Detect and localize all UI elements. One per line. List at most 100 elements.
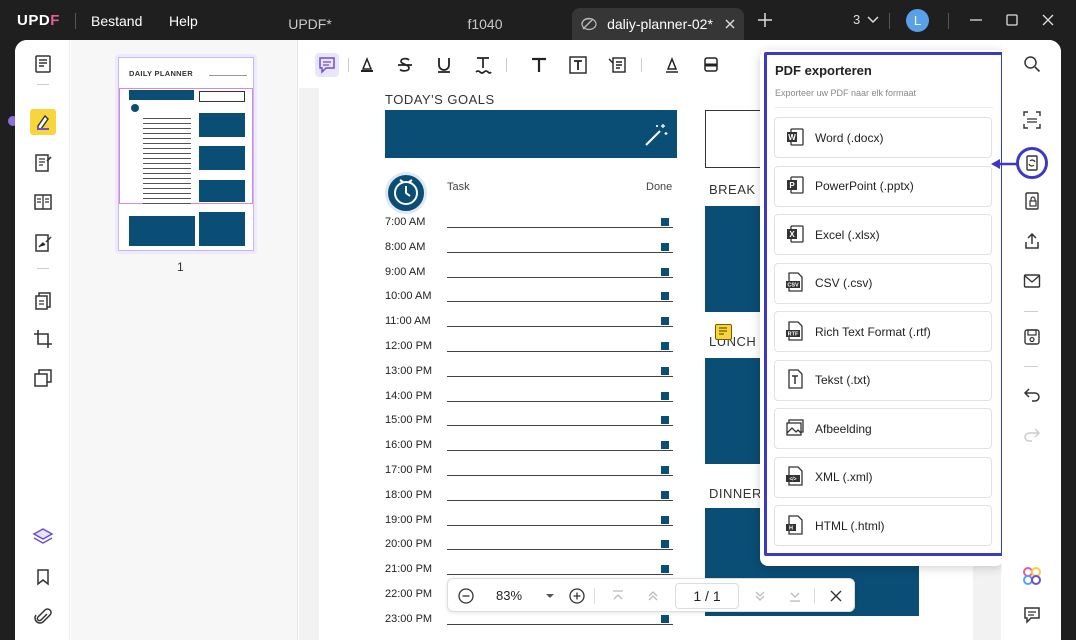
- menu-help[interactable]: Help: [169, 13, 198, 29]
- avatar[interactable]: L: [906, 9, 929, 32]
- done-checkbox[interactable]: [661, 540, 669, 549]
- layers-pages-icon[interactable]: [30, 365, 56, 391]
- done-checkbox[interactable]: [661, 441, 669, 450]
- task-line[interactable]: [447, 227, 673, 228]
- comment-mode-icon[interactable]: [30, 109, 56, 135]
- pencil-tool-icon[interactable]: [660, 53, 684, 77]
- export-option-xml[interactable]: </> XML (.xml): [774, 456, 992, 498]
- redo-icon[interactable]: [1020, 422, 1044, 446]
- task-line[interactable]: [447, 574, 673, 576]
- export-option-image[interactable]: Afbeelding: [774, 408, 992, 449]
- done-checkbox[interactable]: [661, 466, 669, 474]
- done-checkbox[interactable]: [661, 614, 669, 623]
- save-icon[interactable]: [1020, 325, 1044, 349]
- done-checkbox[interactable]: [661, 391, 669, 400]
- crop-icon[interactable]: [30, 326, 56, 352]
- done-checkbox[interactable]: [661, 342, 669, 350]
- done-checkbox[interactable]: [661, 242, 669, 251]
- strikethrough-tool-icon[interactable]: [393, 53, 417, 77]
- close-icon[interactable]: [1040, 12, 1062, 32]
- task-line[interactable]: [447, 475, 673, 476]
- export-option-html[interactable]: H HTML (.html): [774, 505, 992, 546]
- task-line[interactable]: [447, 623, 673, 625]
- chevron-down-icon[interactable]: [866, 13, 888, 33]
- goals-box[interactable]: [385, 110, 677, 158]
- export-option-word[interactable]: W Word (.docx): [774, 117, 992, 158]
- task-line[interactable]: [447, 524, 673, 526]
- page-tools-icon[interactable]: [30, 288, 56, 314]
- ocr-icon[interactable]: [1020, 108, 1044, 132]
- squiggly-tool-icon[interactable]: [471, 53, 495, 77]
- zoom-value[interactable]: 83%: [496, 588, 522, 603]
- bookmark-icon[interactable]: [30, 564, 56, 590]
- eraser-tool-icon[interactable]: [699, 53, 723, 77]
- title-bar: UPDF Bestand Help UPDF* f1040 daliy-plan…: [0, 0, 1076, 42]
- task-line[interactable]: [447, 276, 673, 278]
- updf-logo[interactable]: UPDF: [17, 12, 60, 29]
- layers-icon[interactable]: [30, 524, 56, 550]
- share-icon[interactable]: [1020, 229, 1044, 253]
- text-tool-icon[interactable]: [527, 53, 551, 77]
- done-checkbox[interactable]: [661, 267, 669, 276]
- export-option-txt[interactable]: Tekst (.txt): [774, 359, 992, 401]
- zoom-in-icon[interactable]: [568, 587, 586, 605]
- close-zoombar-icon[interactable]: [827, 587, 845, 605]
- underline-tool-icon[interactable]: [432, 53, 456, 77]
- done-checkbox[interactable]: [661, 218, 669, 226]
- text-callout-tool-icon[interactable]: [605, 53, 629, 77]
- menu-bestand[interactable]: Bestand: [91, 13, 142, 29]
- last-page-icon[interactable]: [786, 587, 804, 605]
- reader-mode-icon[interactable]: [30, 51, 56, 77]
- task-line[interactable]: [447, 301, 673, 303]
- search-icon[interactable]: [1020, 52, 1044, 76]
- protect-icon[interactable]: [1020, 189, 1044, 213]
- minimize-icon[interactable]: [968, 12, 990, 32]
- ai-assistant-icon[interactable]: [1020, 564, 1044, 588]
- done-checkbox[interactable]: [661, 515, 669, 524]
- prev-page-icon[interactable]: [644, 587, 662, 605]
- organize-pages-icon[interactable]: [30, 189, 56, 215]
- edit-pdf-icon[interactable]: [30, 150, 56, 176]
- email-icon[interactable]: [1020, 269, 1044, 293]
- export-pdf-icon[interactable]: [1016, 147, 1048, 179]
- task-line[interactable]: [447, 499, 673, 501]
- zoom-dropdown-icon[interactable]: [541, 587, 559, 605]
- sticky-note-icon[interactable]: [715, 324, 732, 340]
- next-page-icon[interactable]: [751, 587, 769, 605]
- comments-panel-icon[interactable]: [1020, 603, 1044, 627]
- page-thumbnail[interactable]: DAILY PLANNER: [115, 54, 257, 254]
- undo-icon[interactable]: [1020, 382, 1044, 406]
- done-checkbox[interactable]: [661, 292, 669, 301]
- task-line[interactable]: [447, 375, 673, 377]
- export-option-rtf[interactable]: RTF Rich Text Format (.rtf): [774, 311, 992, 352]
- task-line[interactable]: [447, 549, 673, 551]
- tab-updf[interactable]: UPDF*: [265, 8, 355, 40]
- tab-f1040[interactable]: f1040: [440, 8, 530, 40]
- task-line[interactable]: [447, 425, 673, 427]
- maximize-icon[interactable]: [1004, 12, 1026, 32]
- done-checkbox[interactable]: [661, 565, 669, 574]
- textbox-tool-icon[interactable]: [566, 53, 590, 77]
- page-number-field[interactable]: 1 / 1: [675, 583, 739, 609]
- first-page-icon[interactable]: [609, 587, 627, 605]
- task-line[interactable]: [447, 326, 673, 328]
- task-line[interactable]: [447, 400, 673, 402]
- done-checkbox[interactable]: [661, 416, 669, 425]
- task-line[interactable]: [447, 450, 673, 452]
- zoom-out-icon[interactable]: [457, 587, 475, 605]
- note-tool-icon[interactable]: [315, 53, 339, 77]
- tab-daily-planner[interactable]: daliy-planner-02*: [572, 8, 744, 40]
- new-tab-plus-icon[interactable]: [757, 12, 779, 32]
- fill-sign-icon[interactable]: [30, 230, 56, 256]
- done-checkbox[interactable]: [661, 490, 669, 499]
- highlight-tool-icon[interactable]: [355, 53, 379, 77]
- export-option-csv[interactable]: CSV CSV (.csv): [774, 262, 992, 304]
- attachment-icon[interactable]: [30, 604, 56, 630]
- tab-close-icon[interactable]: [725, 19, 735, 29]
- done-checkbox[interactable]: [661, 366, 669, 375]
- export-option-excel[interactable]: X Excel (.xlsx): [774, 214, 992, 255]
- task-line[interactable]: [447, 251, 673, 253]
- export-option-powerpoint[interactable]: P PowerPoint (.pptx): [774, 165, 992, 207]
- task-line[interactable]: [447, 351, 673, 352]
- done-checkbox[interactable]: [661, 317, 669, 326]
